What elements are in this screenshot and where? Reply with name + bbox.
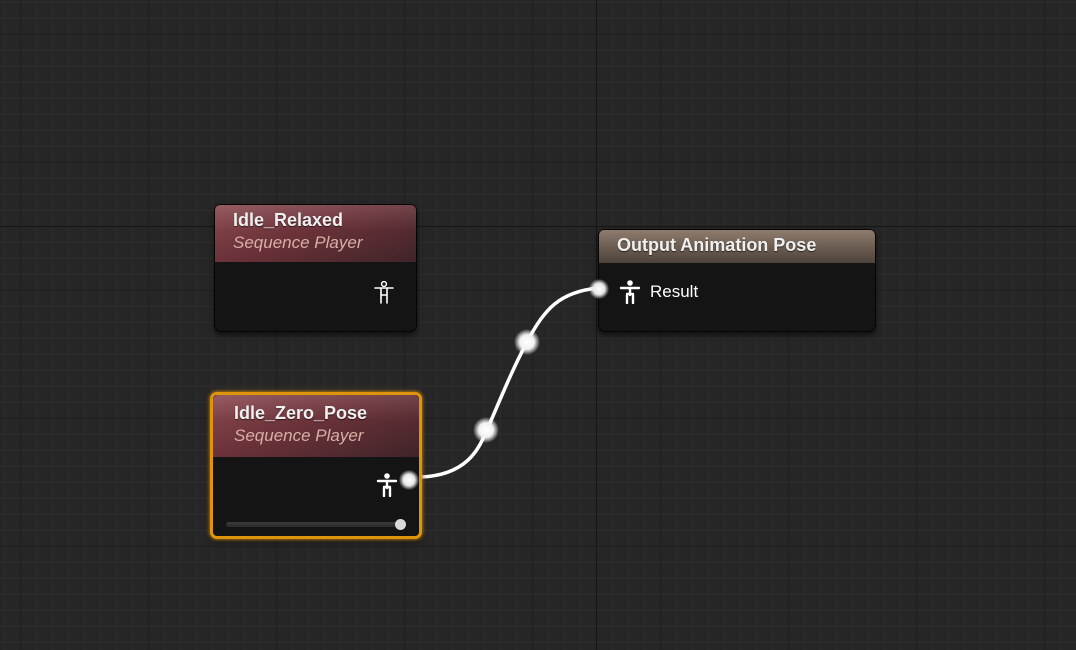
result-pin-label: Result [650, 282, 699, 301]
node-title: Idle_Relaxed [233, 210, 344, 230]
reroute-node[interactable] [514, 329, 540, 355]
output-pin[interactable] [399, 470, 419, 490]
reroute-node[interactable] [473, 417, 499, 443]
node-title: Output Animation Pose [617, 235, 817, 255]
graph-canvas[interactable] [0, 0, 1076, 650]
play-position-slider[interactable] [226, 522, 406, 527]
node-subtitle: Sequence Player [234, 426, 364, 445]
pose-icon[interactable] [376, 473, 398, 497]
node-header: Idle_Relaxed Sequence Player [215, 205, 416, 262]
sequence-player-node-idle-relaxed[interactable]: Idle_Relaxed Sequence Player [214, 204, 417, 332]
play-position-thumb[interactable] [395, 519, 406, 530]
node-header: Output Animation Pose [599, 230, 875, 263]
pose-icon[interactable] [373, 281, 395, 305]
node-subtitle: Sequence Player [233, 233, 363, 252]
connection-wire[interactable] [419, 286, 600, 479]
sequence-player-node-idle-zero-pose[interactable]: Idle_Zero_Pose Sequence Player [210, 392, 422, 539]
pose-icon [619, 280, 641, 304]
node-header: Idle_Zero_Pose Sequence Player [213, 395, 419, 457]
output-animation-pose-node[interactable]: Output Animation Pose Result [589, 229, 876, 332]
node-title: Idle_Zero_Pose [234, 403, 368, 423]
result-input-pin[interactable] [589, 279, 609, 299]
